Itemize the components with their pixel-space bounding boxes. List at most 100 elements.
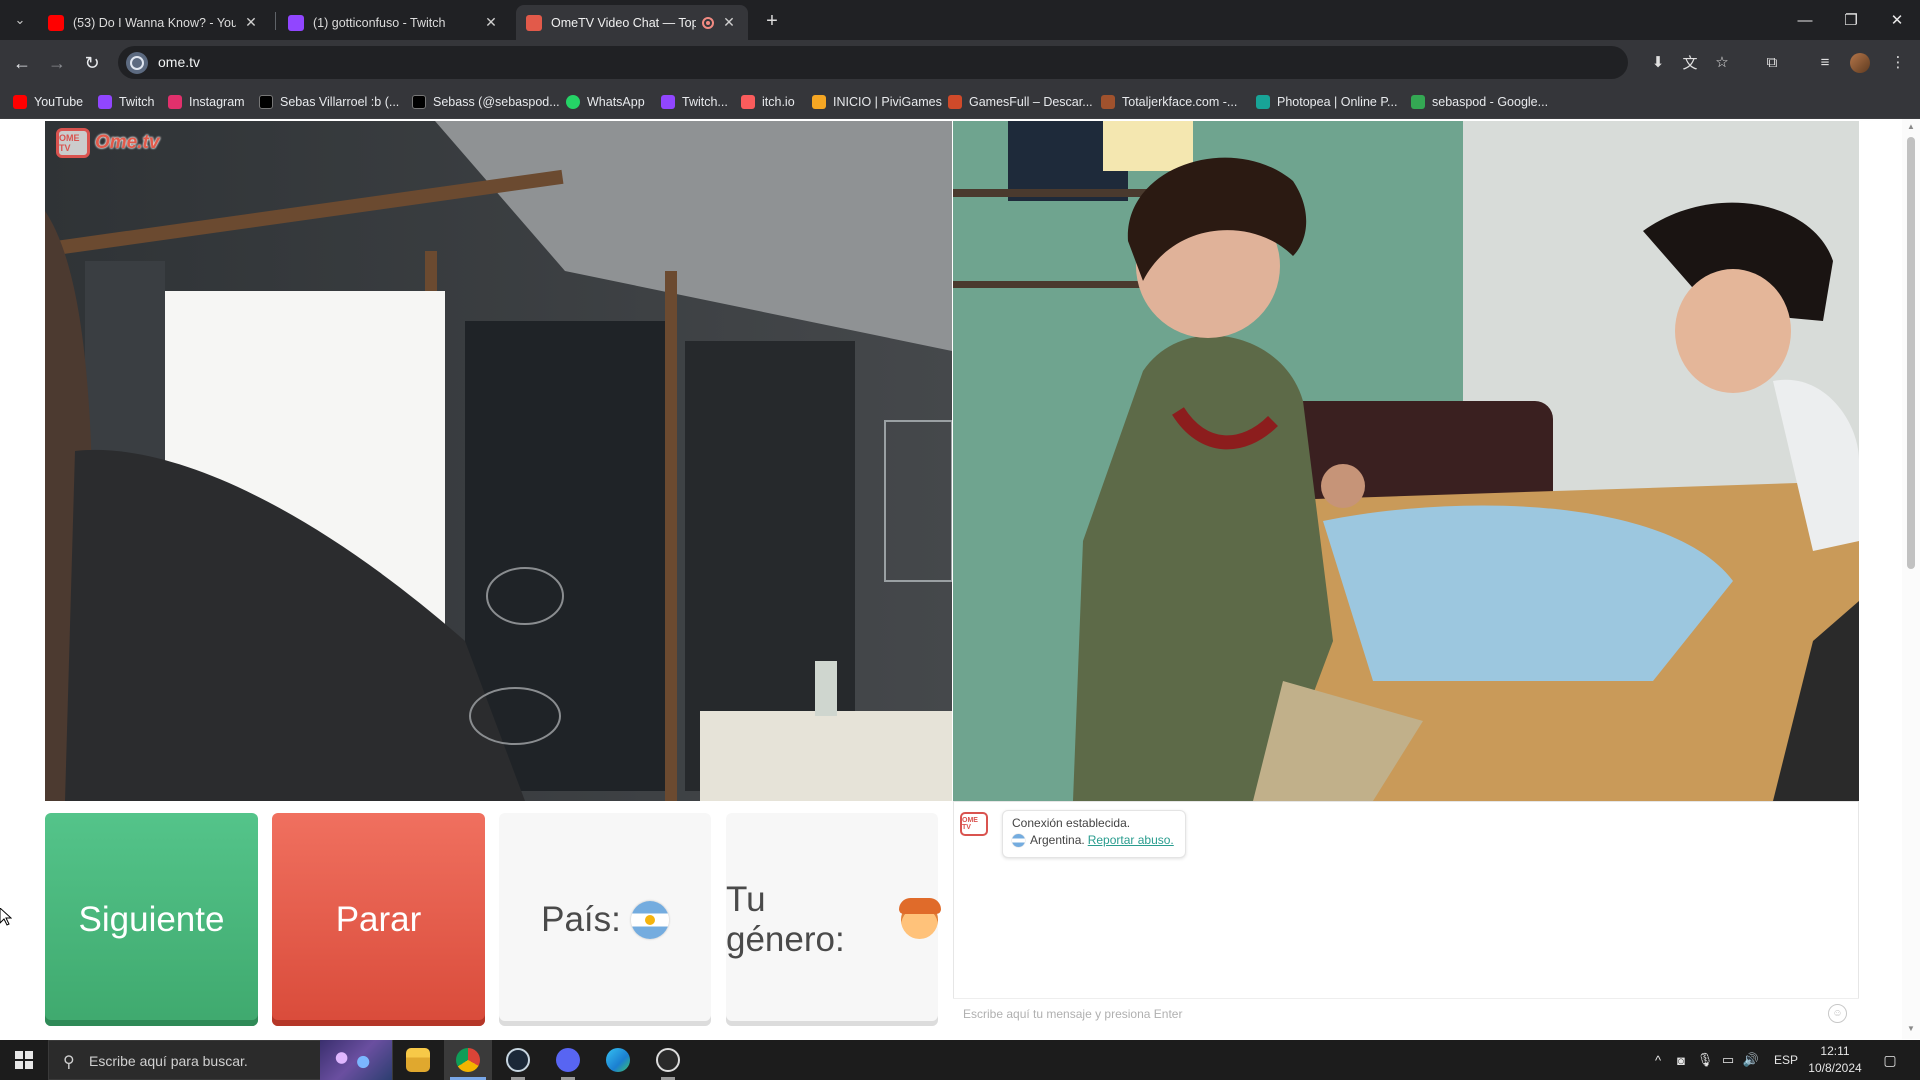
tab-youtube[interactable]: (53) Do I Wanna Know? - YouTube ✕	[38, 5, 270, 40]
notifications-icon[interactable]: ▢	[1880, 1050, 1900, 1070]
bookmark-instagram[interactable]: Instagram	[168, 93, 245, 111]
x-icon	[259, 95, 273, 109]
ometv-icon	[526, 14, 542, 31]
menu-icon[interactable]: ⋮	[1887, 51, 1909, 73]
taskbar-steam[interactable]	[494, 1040, 542, 1080]
taskbar-obs[interactable]	[644, 1040, 692, 1080]
windows-taskbar: ⚲ Escribe aquí para buscar. ^ ◙ 🎙 ▭ 🔊 ES…	[0, 1040, 1920, 1080]
start-button[interactable]	[0, 1040, 48, 1080]
bookmarks-bar: YouTube Twitch Instagram Sebas Villarroe…	[0, 85, 1920, 119]
page-scrollbar[interactable]: ▲ ▼	[1902, 119, 1920, 1039]
bookmark-itchio[interactable]: itch.io	[741, 93, 795, 111]
tab-twitch[interactable]: (1) gotticonfuso - Twitch ✕	[278, 5, 510, 40]
address-bar[interactable]: ome.tv	[118, 46, 1628, 79]
youtube-icon	[48, 14, 64, 31]
translate-icon[interactable]: 文	[1679, 51, 1701, 73]
next-button[interactable]: Siguiente	[45, 813, 258, 1026]
twitch-icon	[661, 95, 675, 109]
google-drive-icon	[1411, 95, 1425, 109]
ometv-logo[interactable]: OME TV Ome.tv	[56, 128, 159, 158]
argentina-flag-icon	[1012, 833, 1025, 847]
language-indicator[interactable]: ESP	[1774, 1053, 1798, 1067]
windows-icon	[15, 1051, 33, 1069]
bookmark-whatsapp[interactable]: WhatsApp	[566, 93, 645, 111]
stop-button[interactable]: Parar	[272, 813, 485, 1026]
tray-camera-icon[interactable]: ◙	[1672, 1051, 1690, 1069]
steam-icon	[506, 1048, 530, 1072]
scroll-up-icon[interactable]: ▲	[1906, 122, 1916, 132]
chat-input-row: ☺	[953, 998, 1859, 1028]
close-window-button[interactable]: ✕	[1874, 0, 1920, 40]
whatsapp-icon	[566, 95, 580, 109]
bookmark-star-icon[interactable]: ☆	[1711, 51, 1733, 73]
remote-video-scene	[953, 121, 1859, 801]
twitch-icon	[98, 95, 112, 109]
tab-ometv[interactable]: OmeTV Video Chat — Top ✕	[516, 5, 748, 40]
recording-icon	[702, 16, 714, 29]
scrollbar-thumb[interactable]	[1907, 137, 1915, 569]
local-camera-video	[45, 121, 952, 801]
edge-icon	[606, 1048, 630, 1072]
connection-status-text: Conexión establecida.	[1012, 816, 1131, 830]
argentina-flag-icon	[630, 900, 669, 939]
emoji-icon[interactable]: ☺	[1828, 1004, 1847, 1023]
new-tab-button[interactable]: +	[760, 9, 784, 33]
restore-button[interactable]: ❐	[1828, 0, 1874, 40]
gender-filter-button[interactable]: Tu género:	[726, 813, 942, 1026]
site-info-icon[interactable]	[126, 52, 148, 74]
close-tab-icon[interactable]: ✕	[482, 14, 500, 32]
search-icon: ⚲	[63, 1054, 75, 1071]
bookmark-twitch-2[interactable]: Twitch...	[661, 93, 728, 111]
ometv-tv-icon: OME TV	[56, 128, 90, 158]
instagram-icon	[168, 95, 182, 109]
totaljerkface-icon	[1101, 95, 1115, 109]
media-control-icon[interactable]: ≡	[1814, 51, 1836, 73]
photopea-icon	[1256, 95, 1270, 109]
local-video-scene	[45, 121, 952, 801]
remote-camera-video	[953, 121, 1859, 801]
install-app-icon[interactable]: ⬇	[1647, 51, 1669, 73]
close-tab-icon[interactable]: ✕	[242, 14, 260, 32]
tab-search-button[interactable]: ⌄	[8, 8, 32, 32]
profile-avatar[interactable]	[1850, 53, 1870, 73]
bookmark-gamesfull[interactable]: GamesFull – Descar...	[948, 93, 1093, 111]
bookmark-totaljerkface[interactable]: Totaljerkface.com -...	[1101, 93, 1237, 111]
back-button[interactable]: ←	[8, 49, 36, 77]
browser-toolbar: ← → ↻ ome.tv ⬇ 文 ☆ ⧉ ≡ ⋮	[0, 40, 1920, 85]
reload-button[interactable]: ↻	[78, 49, 106, 77]
url-text[interactable]: ome.tv	[158, 54, 200, 70]
forward-button[interactable]: →	[43, 49, 71, 77]
taskbar-clock[interactable]: 12:11 10/8/2024	[1800, 1043, 1870, 1077]
bookmark-pivigames[interactable]: INICIO | PiviGames	[812, 93, 942, 111]
taskbar-discord[interactable]	[544, 1040, 592, 1080]
bookmark-x[interactable]: Sebas Villarroel :b (...	[259, 93, 399, 111]
minimize-button[interactable]: —	[1782, 0, 1828, 40]
chat-message-input[interactable]	[961, 1004, 1801, 1024]
taskbar-file-explorer[interactable]	[394, 1040, 442, 1080]
browser-tab-bar: ⌄ (53) Do I Wanna Know? - YouTube ✕ (1) …	[0, 0, 1920, 40]
scroll-down-icon[interactable]: ▼	[1906, 1024, 1916, 1034]
report-abuse-link[interactable]: Reportar abuso.	[1088, 833, 1174, 847]
network-icon[interactable]: ▭	[1719, 1051, 1737, 1069]
extensions-icon[interactable]: ⧉	[1761, 51, 1783, 73]
bookmark-twitch[interactable]: Twitch	[98, 93, 154, 111]
tray-expand-icon[interactable]: ^	[1649, 1051, 1667, 1069]
connection-message: Conexión establecida. Argentina. Reporta…	[1002, 810, 1186, 858]
discord-icon	[556, 1048, 580, 1072]
taskbar-chrome[interactable]	[444, 1040, 492, 1080]
microphone-icon[interactable]: 🎙	[1696, 1051, 1714, 1069]
bookmark-google-drive[interactable]: sebaspod - Google...	[1411, 93, 1548, 111]
volume-icon[interactable]: 🔊	[1742, 1051, 1760, 1069]
ometv-chat-icon: OME TV	[960, 812, 988, 836]
partner-country: Argentina.	[1030, 833, 1085, 847]
bookmark-tiktok[interactable]: Sebass (@sebaspod...	[412, 93, 560, 111]
search-highlight-image[interactable]	[320, 1040, 392, 1080]
country-filter-button[interactable]: País:	[499, 813, 711, 1026]
twitch-icon	[288, 14, 304, 31]
bookmark-youtube[interactable]: YouTube	[13, 93, 83, 111]
close-tab-icon[interactable]: ✕	[720, 14, 738, 32]
bookmark-photopea[interactable]: Photopea | Online P...	[1256, 93, 1397, 111]
taskbar-edge[interactable]	[594, 1040, 642, 1080]
youtube-icon	[13, 95, 27, 109]
mouse-cursor-icon	[0, 908, 12, 926]
